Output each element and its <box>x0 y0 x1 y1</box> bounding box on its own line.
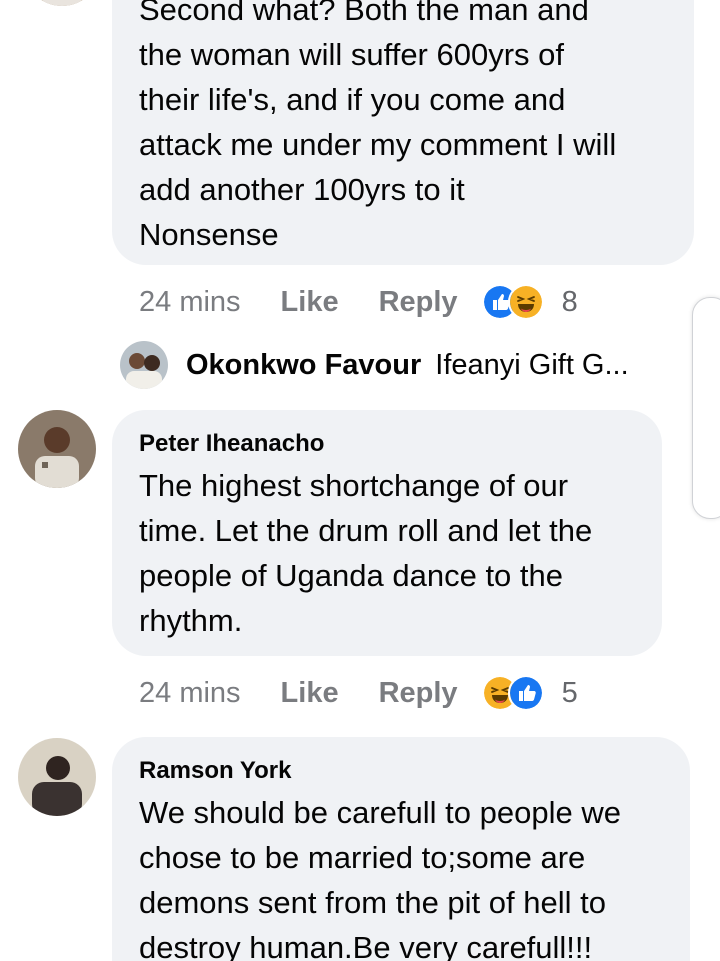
reply-button[interactable]: Reply <box>379 286 458 319</box>
replies-preview[interactable]: Okonkwo Favour Ifeanyi Gift G... <box>120 340 629 390</box>
avatar-image <box>24 0 100 6</box>
comment-bubble[interactable]: Peter Iheanacho The highest shortchange … <box>112 410 662 656</box>
reactions-summary[interactable] <box>481 675 544 711</box>
comment-bubble[interactable]: Ramson York We should be carefull to peo… <box>112 737 690 961</box>
comment-text: We should be carefull to people we chose… <box>139 795 621 961</box>
like-reaction-icon <box>507 675 544 711</box>
comment-time[interactable]: 24 mins <box>139 677 241 710</box>
comment-author[interactable]: Ramson York <box>139 757 292 785</box>
side-scroll-handle[interactable] <box>692 297 720 519</box>
comment-actions: 24 mins Like Reply 8 <box>139 282 578 322</box>
reactions-summary[interactable] <box>481 284 544 320</box>
reply-avatar <box>120 341 168 389</box>
reply-snippet[interactable]: Ifeanyi Gift G... <box>435 349 628 382</box>
comment-actions: 24 mins Like Reply 5 <box>139 673 578 713</box>
comments-feed: Second what? Both the man and the woman … <box>0 0 720 961</box>
comment-text: The highest shortchange of our time. Let… <box>139 468 593 638</box>
like-button[interactable]: Like <box>281 677 339 710</box>
reply-button[interactable]: Reply <box>379 677 458 710</box>
avatar-image <box>18 738 96 816</box>
reply-author-name[interactable]: Okonkwo Favour <box>186 349 421 382</box>
avatar-image <box>18 410 96 488</box>
like-button[interactable]: Like <box>281 286 339 319</box>
reaction-count[interactable]: 5 <box>562 677 578 710</box>
comment-author[interactable]: Peter Iheanacho <box>139 430 324 458</box>
haha-reaction-icon <box>507 284 544 320</box>
avatar[interactable] <box>18 738 96 816</box>
avatar[interactable] <box>24 0 100 6</box>
reply-avatar-image <box>120 341 168 389</box>
reaction-count[interactable]: 8 <box>562 286 578 319</box>
comment-text: Second what? Both the man and the woman … <box>139 0 617 252</box>
avatar[interactable] <box>18 410 96 488</box>
comment-bubble[interactable]: Second what? Both the man and the woman … <box>112 0 694 265</box>
comment-time[interactable]: 24 mins <box>139 286 241 319</box>
